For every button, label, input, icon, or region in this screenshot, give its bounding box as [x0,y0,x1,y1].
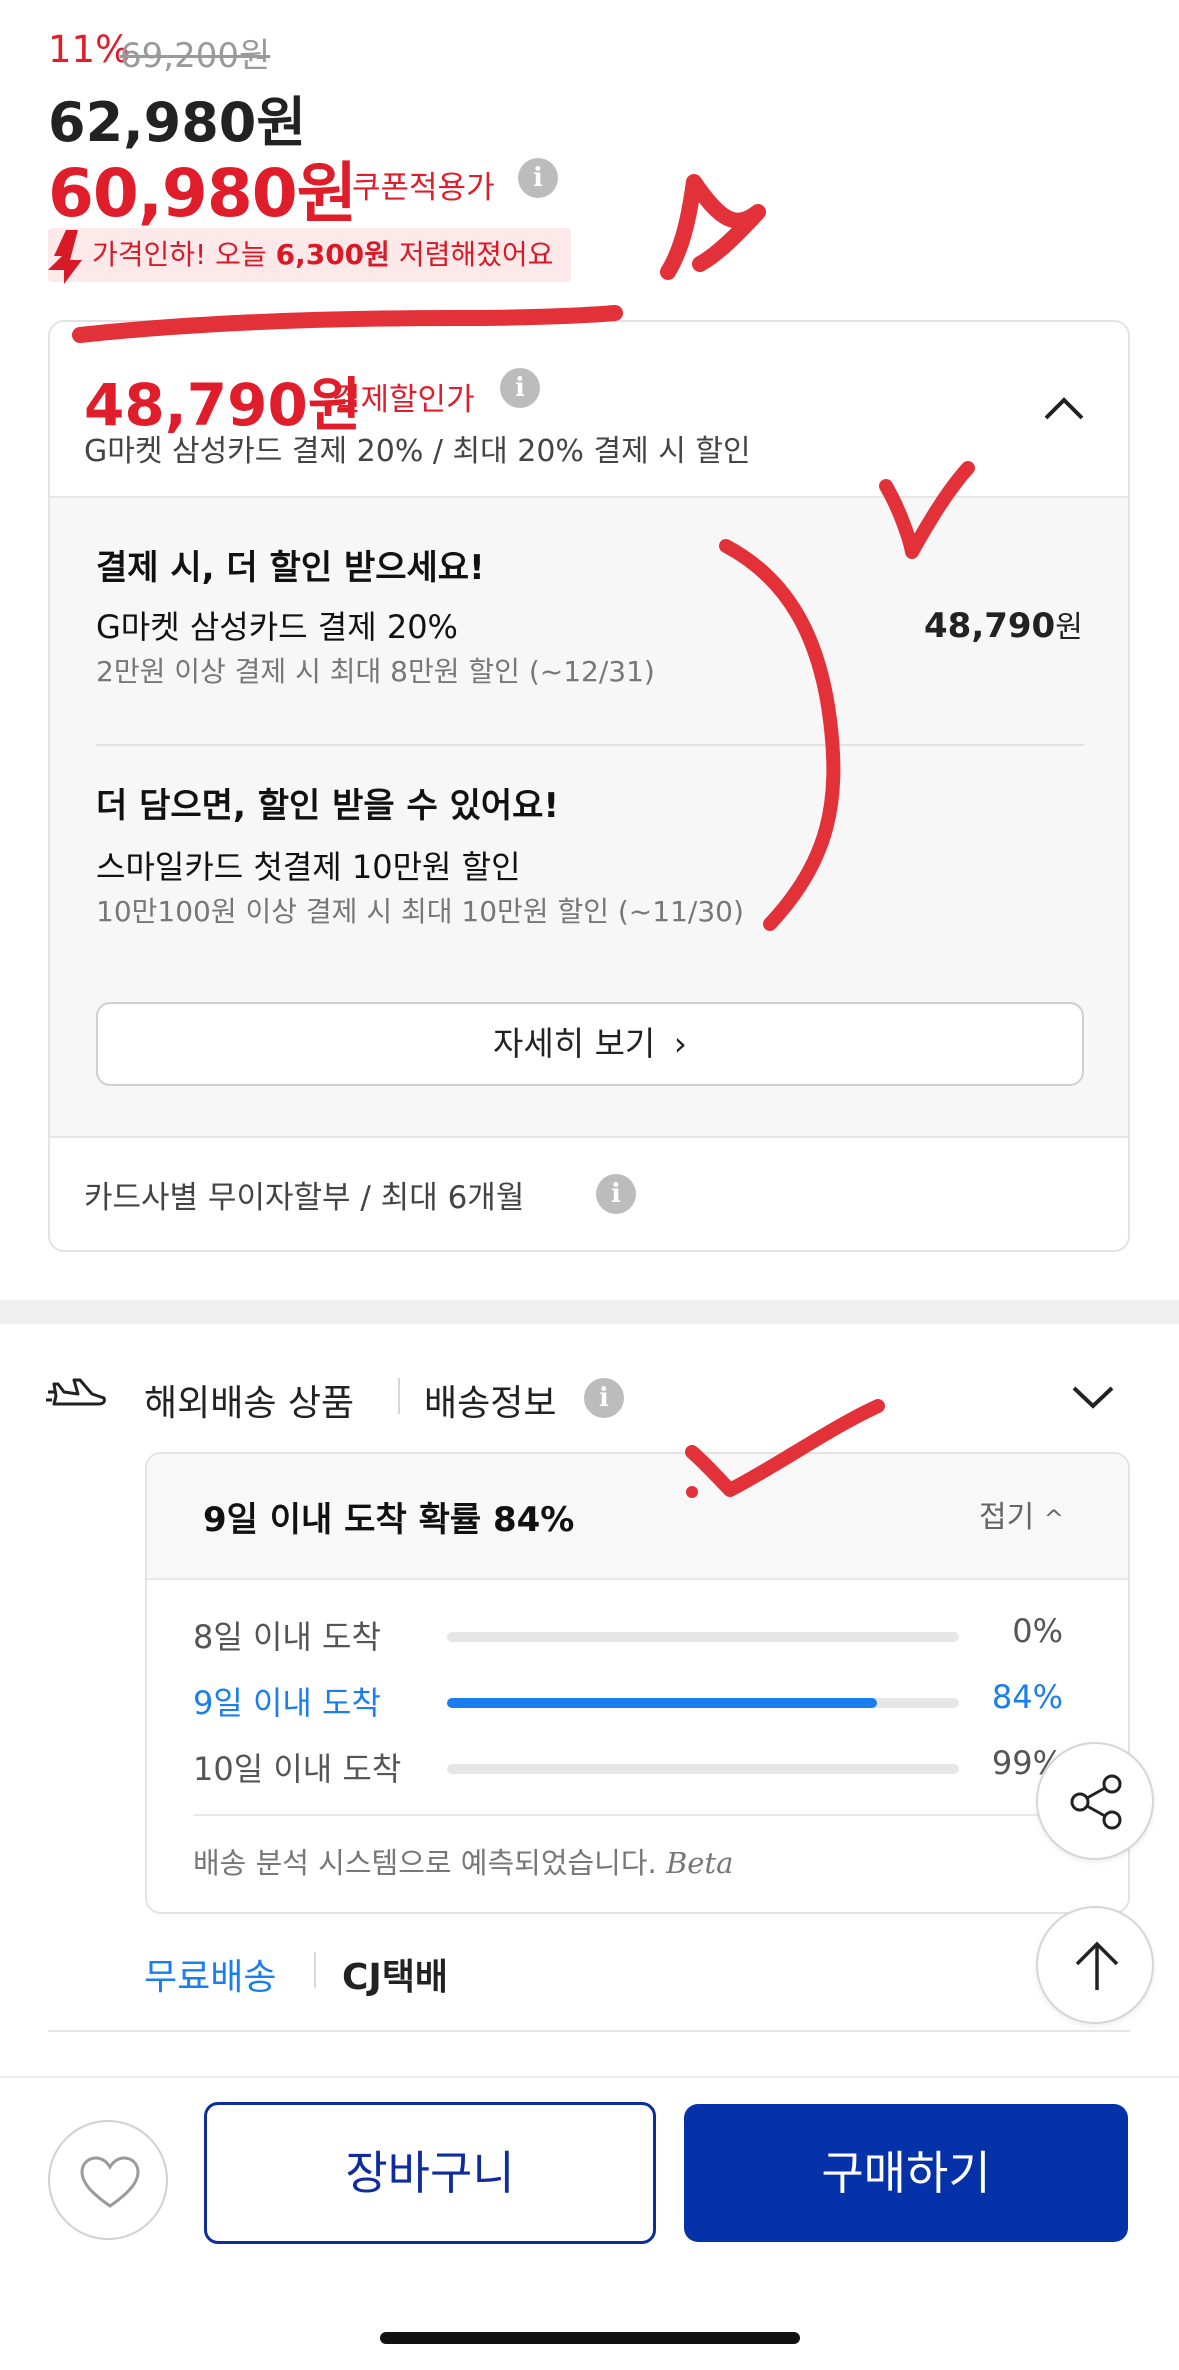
buy-now-button[interactable]: 구매하기 [684,2104,1128,2242]
card-offer-amount-value: 48,790 [924,606,1056,646]
share-icon [1070,1774,1122,1830]
overseas-shipping-label: 해외배송 상품 [144,1383,355,1424]
info-icon[interactable]: i [596,1174,636,1214]
prediction-note: 배송 분석 시스템으로 예측되었습니다. Beta [193,1840,733,1882]
price-drop-suffix: 저렴해졌어요 [389,238,554,271]
chevron-down-icon[interactable] [1070,1382,1116,1412]
chevron-up-icon[interactable] [1040,392,1088,422]
detail-view-label: 자세히 보기 [493,1024,656,1063]
payment-discount-label: 결제할인가 [332,382,475,418]
payment-discount-details: 결제 시, 더 할인 받으세요! G마켓 삼성카드 결제 20% 48,790원… [50,498,1128,1136]
price-drop-prefix: 가격인하! 오늘 [92,238,276,271]
coupon-price: 60,980원 [48,155,357,232]
home-indicator [380,2332,800,2344]
section-title: 더 담으면, 할인 받을 수 있어요! [96,786,559,826]
chevron-right-icon: › [673,1024,687,1063]
divider [193,1814,1083,1816]
card-offer-description: 2만원 이상 결제 시 최대 8만원 할인 (~12/31) [96,655,655,688]
overseas-shipping-icon [46,1378,106,1406]
free-shipping-label: 무료배송 [144,1957,277,1998]
section-title: 결제 시, 더 할인 받으세요! [96,548,485,588]
smile-offer-description: 10만100원 이상 결제 시 최대 10만원 할인 (~11/30) [96,895,744,928]
shipping-info-label[interactable]: 배송정보 [424,1374,556,1426]
card-offer-amount: 48,790원 [924,602,1083,646]
arrival-probability-fill [447,1698,877,1708]
section-divider [0,1300,1179,1324]
card-offer-name: G마켓 삼성카드 결제 20% [96,608,458,646]
wishlist-button[interactable] [48,2120,168,2240]
separator [398,1378,400,1414]
beta-tag: Beta [665,1846,734,1880]
payment-discount-header[interactable]: 48,790원 결제할인가 i G마켓 삼성카드 결제 20% / 최대 20%… [50,322,1128,498]
arrival-probability-header: 9일 이내 도착 확률 84% 접기 ^ [147,1454,1128,1580]
installment-text: 카드사별 무이자할부 / 최대 6개월 [84,1180,525,1216]
carrier-label: CJ택배 [342,1957,449,1998]
installment-row: 카드사별 무이자할부 / 최대 6개월 i [50,1136,1128,1250]
price-drop-amount: 6,300원 [275,238,390,271]
scroll-top-button[interactable] [1036,1906,1154,2024]
collapse-label: 접기 [979,1500,1035,1535]
arrival-probability-value: 0% [1012,1612,1063,1650]
payment-discount-subtitle: G마켓 삼성카드 결제 20% / 최대 20% 결제 시 할인 [84,434,751,469]
arrival-probability-panel: 9일 이내 도착 확률 84% 접기 ^ 8일 이내 도착 0% 9일 이내 도착 8… [145,1452,1130,1914]
prediction-note-text: 배송 분석 시스템으로 예측되었습니다. [193,1846,657,1880]
info-icon[interactable]: i [500,368,540,408]
add-to-cart-button[interactable]: 장바구니 [204,2102,656,2244]
divider [96,744,1084,746]
detail-view-button[interactable]: 자세히 보기 › [96,1002,1084,1086]
arrival-probability-label: 9일 이내 도착 [193,1684,381,1722]
collapse-button[interactable]: 접기 ^ [979,1492,1064,1536]
arrival-probability-bar [447,1632,959,1642]
arrival-probability-label: 8일 이내 도착 [193,1618,381,1656]
arrival-probability-value: 84% [991,1678,1063,1716]
coupon-price-label: 쿠폰적용가 [352,170,495,206]
arrival-probability-label: 10일 이내 도착 [193,1750,402,1788]
payment-discount-panel: 48,790원 결제할인가 i G마켓 삼성카드 결제 20% / 최대 20%… [48,320,1130,1252]
arrival-probability-bar [447,1764,959,1774]
price-drop-arrow-icon [48,230,82,284]
separator [314,1952,316,1988]
scroll-top-icon [1075,1941,1119,1990]
price-drop-badge: 가격인하! 오늘 6,300원 저렴해졌어요 [48,228,572,282]
info-icon[interactable]: i [584,1378,624,1418]
info-icon[interactable]: i [518,158,558,198]
arrival-probability-title: 9일 이내 도착 확률 84% [203,1500,575,1540]
chevron-up-icon: ^ [1043,1505,1064,1533]
card-offer-amount-unit: 원 [1055,610,1083,645]
original-price: 69,200원 [120,36,271,76]
smile-offer-name: 스마일카드 첫결제 10만원 할인 [96,848,521,886]
divider [48,2030,1130,2032]
share-button[interactable] [1036,1742,1154,1860]
heart-icon [80,2156,140,2208]
discount-rate: 11% [48,28,131,71]
arrival-probability-bar [447,1698,959,1708]
